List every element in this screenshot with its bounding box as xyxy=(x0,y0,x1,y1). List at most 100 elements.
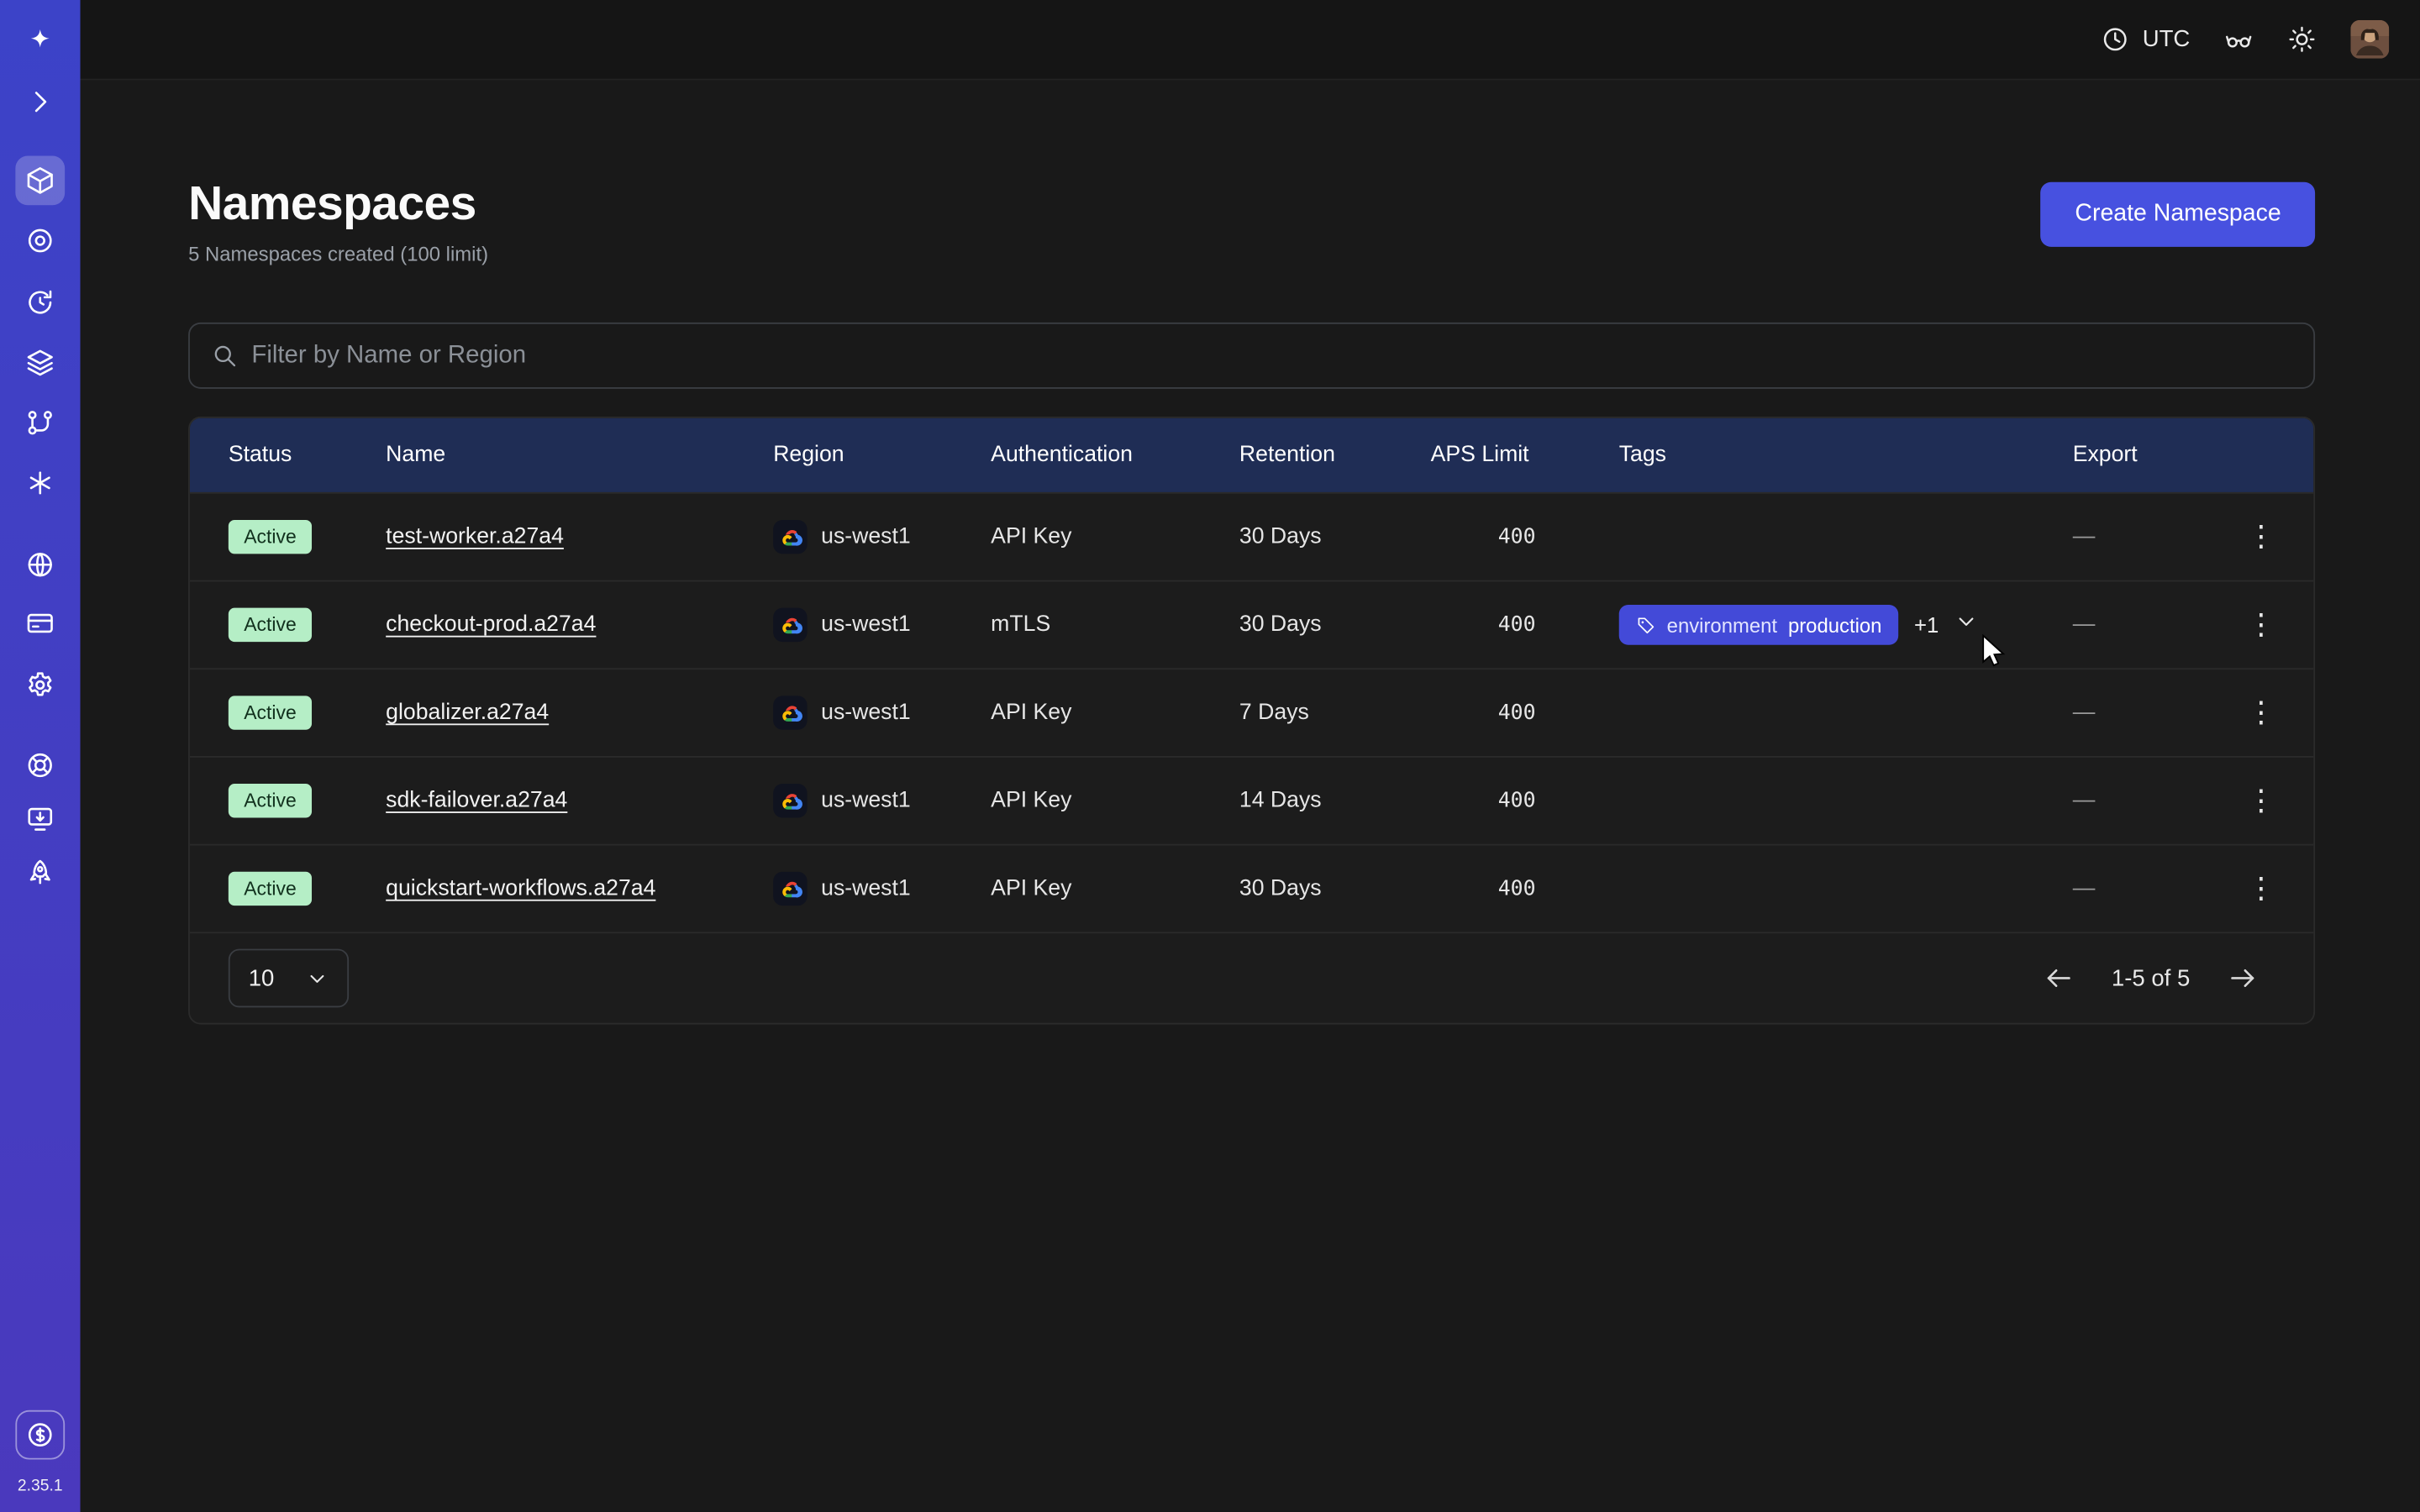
layers-icon[interactable] xyxy=(15,338,65,387)
pagination-range: 1-5 of 5 xyxy=(2112,965,2190,991)
next-page-arrow-icon[interactable] xyxy=(2227,963,2258,994)
status-badge: Active xyxy=(229,608,312,642)
namespace-link[interactable]: sdk-failover.a27a4 xyxy=(386,789,567,813)
row-menu-kebab-icon[interactable]: ⋮ xyxy=(2234,604,2288,646)
region-label: us-west1 xyxy=(821,612,911,637)
workflow-branch-icon[interactable] xyxy=(15,398,65,448)
page-size-value: 10 xyxy=(249,965,275,991)
tag-value: production xyxy=(1788,613,1882,637)
namespace-link[interactable]: test-worker.a27a4 xyxy=(386,524,564,549)
gcp-cloud-icon xyxy=(773,520,807,554)
table-row: Active sdk-failover.a27a4 us-west1 API K… xyxy=(190,756,2313,844)
row-menu-kebab-icon[interactable]: ⋮ xyxy=(2234,780,2288,822)
namespace-link[interactable]: quickstart-workflows.a27a4 xyxy=(386,876,655,900)
export-value: — xyxy=(2073,789,2096,813)
table-row: Active test-worker.a27a4 us-west1 API Ke… xyxy=(190,492,2313,580)
aps-limit-value: 400 xyxy=(1431,701,1536,725)
auth-label: API Key xyxy=(991,789,1239,813)
table-row: Active quickstart-workflows.a27a4 us-wes… xyxy=(190,844,2313,932)
temporal-logo-icon[interactable] xyxy=(15,17,65,66)
aps-limit-value: 400 xyxy=(1431,789,1536,813)
page-title: Namespaces xyxy=(188,176,488,231)
col-tags: Tags xyxy=(1619,443,2073,467)
status-badge: Active xyxy=(229,520,312,554)
auth-label: API Key xyxy=(991,524,1239,549)
tag-more-count[interactable]: +1 xyxy=(1914,612,1939,637)
gcp-cloud-icon xyxy=(773,784,807,817)
filter-input[interactable] xyxy=(251,342,2291,370)
col-name: Name xyxy=(386,443,773,467)
globe-icon[interactable] xyxy=(15,540,65,590)
chevron-down-icon[interactable] xyxy=(1954,610,1979,641)
tag-pill[interactable]: environment production xyxy=(1619,605,1899,645)
tag-key: environment xyxy=(1667,613,1777,637)
region-label: us-west1 xyxy=(821,701,911,725)
namespaces-cube-icon[interactable] xyxy=(15,156,65,206)
auth-label: API Key xyxy=(991,701,1239,725)
namespaces-table: Status Name Region Authentication Retent… xyxy=(188,417,2315,1025)
col-export: Export xyxy=(2073,443,2209,467)
search-icon xyxy=(212,343,238,369)
table-row: Active globalizer.a27a4 us-west1 API Key… xyxy=(190,668,2313,756)
page-header: Namespaces 5 Namespaces created (100 lim… xyxy=(188,176,2315,265)
tag-icon xyxy=(1636,615,1656,635)
billing-card-icon[interactable] xyxy=(15,599,65,648)
pagination-bar: 10 1-5 of 5 xyxy=(190,932,2313,1022)
app-version: 2.35.1 xyxy=(0,1477,81,1495)
timezone-label: UTC xyxy=(2143,26,2191,52)
create-namespace-button[interactable]: Create Namespace xyxy=(2041,182,2315,247)
gcp-cloud-icon xyxy=(773,608,807,642)
page-subtitle: 5 Namespaces created (100 limit) xyxy=(188,242,488,265)
row-menu-kebab-icon[interactable]: ⋮ xyxy=(2234,516,2288,558)
col-auth: Authentication xyxy=(991,443,1239,467)
export-value: — xyxy=(2073,524,2096,549)
namespace-link[interactable]: checkout-prod.a27a4 xyxy=(386,612,596,637)
monitor-docs-icon[interactable] xyxy=(15,795,65,844)
table-header-row: Status Name Region Authentication Retent… xyxy=(190,418,2313,492)
labs-glasses-toggle[interactable] xyxy=(2224,24,2254,54)
namespace-link[interactable]: globalizer.a27a4 xyxy=(386,701,549,725)
chevron-down-icon xyxy=(306,967,329,990)
region-label: us-west1 xyxy=(821,789,911,813)
status-badge: Active xyxy=(229,872,312,906)
app-screen: 2.35.1 UTC Namespaces 5 Namespaces creat… xyxy=(0,0,2420,1512)
user-avatar[interactable] xyxy=(2350,20,2389,59)
gear-icon[interactable] xyxy=(15,660,65,710)
gcp-cloud-icon xyxy=(773,696,807,729)
lifebuoy-support-icon[interactable] xyxy=(15,741,65,790)
topbar: UTC xyxy=(81,0,2420,81)
col-region: Region xyxy=(773,443,991,467)
prev-page-arrow-icon[interactable] xyxy=(2044,963,2075,994)
table-row: Active checkout-prod.a27a4 us-west1 mTLS… xyxy=(190,580,2313,669)
region-label: us-west1 xyxy=(821,876,911,900)
theme-toggle[interactable] xyxy=(2287,24,2317,54)
col-retention: Retention xyxy=(1239,443,1431,467)
retention-label: 7 Days xyxy=(1239,701,1431,725)
region-label: us-west1 xyxy=(821,524,911,549)
sidebar: 2.35.1 xyxy=(0,0,81,1512)
sun-icon xyxy=(2287,24,2317,54)
row-menu-kebab-icon[interactable]: ⋮ xyxy=(2234,868,2288,910)
col-status: Status xyxy=(190,443,386,467)
asterisk-nexus-icon[interactable] xyxy=(15,459,65,508)
retention-label: 30 Days xyxy=(1239,876,1431,900)
timer-icon[interactable] xyxy=(15,278,65,328)
clock-icon xyxy=(2101,24,2130,54)
timezone-selector[interactable]: UTC xyxy=(2101,24,2190,54)
target-icon[interactable] xyxy=(15,216,65,265)
aps-limit-value: 400 xyxy=(1431,524,1536,549)
gcp-cloud-icon xyxy=(773,872,807,906)
sidebar-expand-chevron-icon[interactable] xyxy=(15,77,65,127)
export-value: — xyxy=(2073,701,2096,725)
export-value: — xyxy=(2073,876,2096,900)
row-menu-kebab-icon[interactable]: ⋮ xyxy=(2234,692,2288,734)
aps-limit-value: 400 xyxy=(1431,876,1536,900)
aps-limit-value: 400 xyxy=(1431,612,1536,637)
page-size-select[interactable]: 10 xyxy=(229,949,349,1008)
filter-bar xyxy=(188,323,2315,389)
dollar-usage-icon[interactable] xyxy=(15,1410,65,1460)
col-aps: APS Limit xyxy=(1431,443,1619,467)
auth-label: API Key xyxy=(991,876,1239,900)
retention-label: 14 Days xyxy=(1239,789,1431,813)
rocket-icon[interactable] xyxy=(15,848,65,898)
